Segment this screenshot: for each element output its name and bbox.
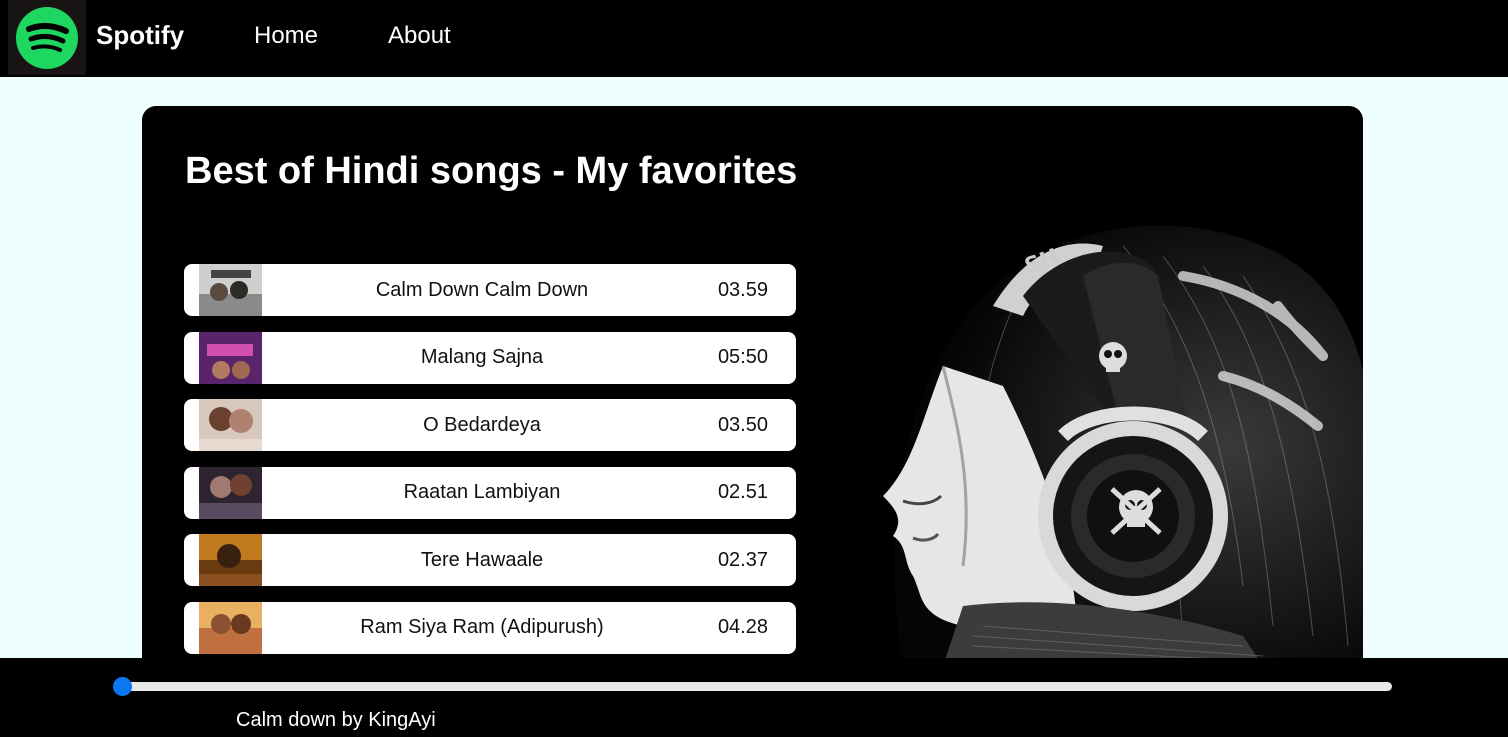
- song-title: Calm Down Calm Down: [375, 278, 589, 301]
- song-cover-image: [199, 264, 262, 316]
- song-duration: 04.28: [717, 616, 768, 638]
- hero-headphones-image: SH: [823, 166, 1363, 666]
- song-cover-image: [199, 534, 262, 586]
- player-bar: Calm down by KingAyi: [0, 658, 1508, 737]
- song-list: Calm Down Calm Down 03.59 Malang Sajna 0…: [184, 264, 796, 666]
- song-duration: 02.51: [717, 481, 768, 503]
- song-item[interactable]: Malang Sajna 05:50: [184, 331, 796, 384]
- song-duration: 03.59: [717, 278, 768, 301]
- song-title: Tere Hawaale: [420, 548, 544, 571]
- brand-name[interactable]: Spotify: [96, 20, 184, 51]
- song-item[interactable]: Calm Down Calm Down 03.59: [184, 264, 796, 316]
- nav-link-about[interactable]: About: [388, 22, 451, 50]
- song-cover-image: [199, 466, 262, 519]
- song-duration: 03.50: [717, 413, 768, 436]
- song-cover-image: [199, 601, 262, 654]
- song-title: O Bedardeya: [423, 413, 541, 436]
- song-item[interactable]: Raatan Lambiyan 02.51: [184, 466, 796, 519]
- now-playing-text: Calm down by KingAyi: [236, 709, 436, 731]
- playlist-container: SH Best of Hindi songs - My favorites Ca…: [142, 106, 1363, 666]
- song-duration: 05:50: [717, 346, 768, 368]
- song-cover-image: [199, 399, 262, 451]
- spotify-logo-icon[interactable]: [8, 0, 86, 75]
- song-item[interactable]: O Bedardeya 03.50: [184, 399, 796, 451]
- nav-link-home[interactable]: Home: [254, 22, 318, 50]
- playlist-title: Best of Hindi songs - My favorites: [185, 150, 798, 192]
- song-title: Malang Sajna: [420, 346, 544, 368]
- song-item[interactable]: Tere Hawaale 02.37: [184, 534, 796, 586]
- song-duration: 02.37: [717, 548, 768, 571]
- progress-bar[interactable]: [122, 682, 1392, 691]
- song-title: Raatan Lambiyan: [403, 481, 561, 503]
- song-title: Ram Siya Ram (Adipurush): [360, 616, 604, 638]
- navbar: Spotify Home About: [0, 0, 1508, 77]
- song-item[interactable]: Ram Siya Ram (Adipurush) 04.28: [184, 601, 796, 654]
- progress-slider-handle[interactable]: [113, 677, 132, 696]
- song-cover-image: [199, 331, 262, 384]
